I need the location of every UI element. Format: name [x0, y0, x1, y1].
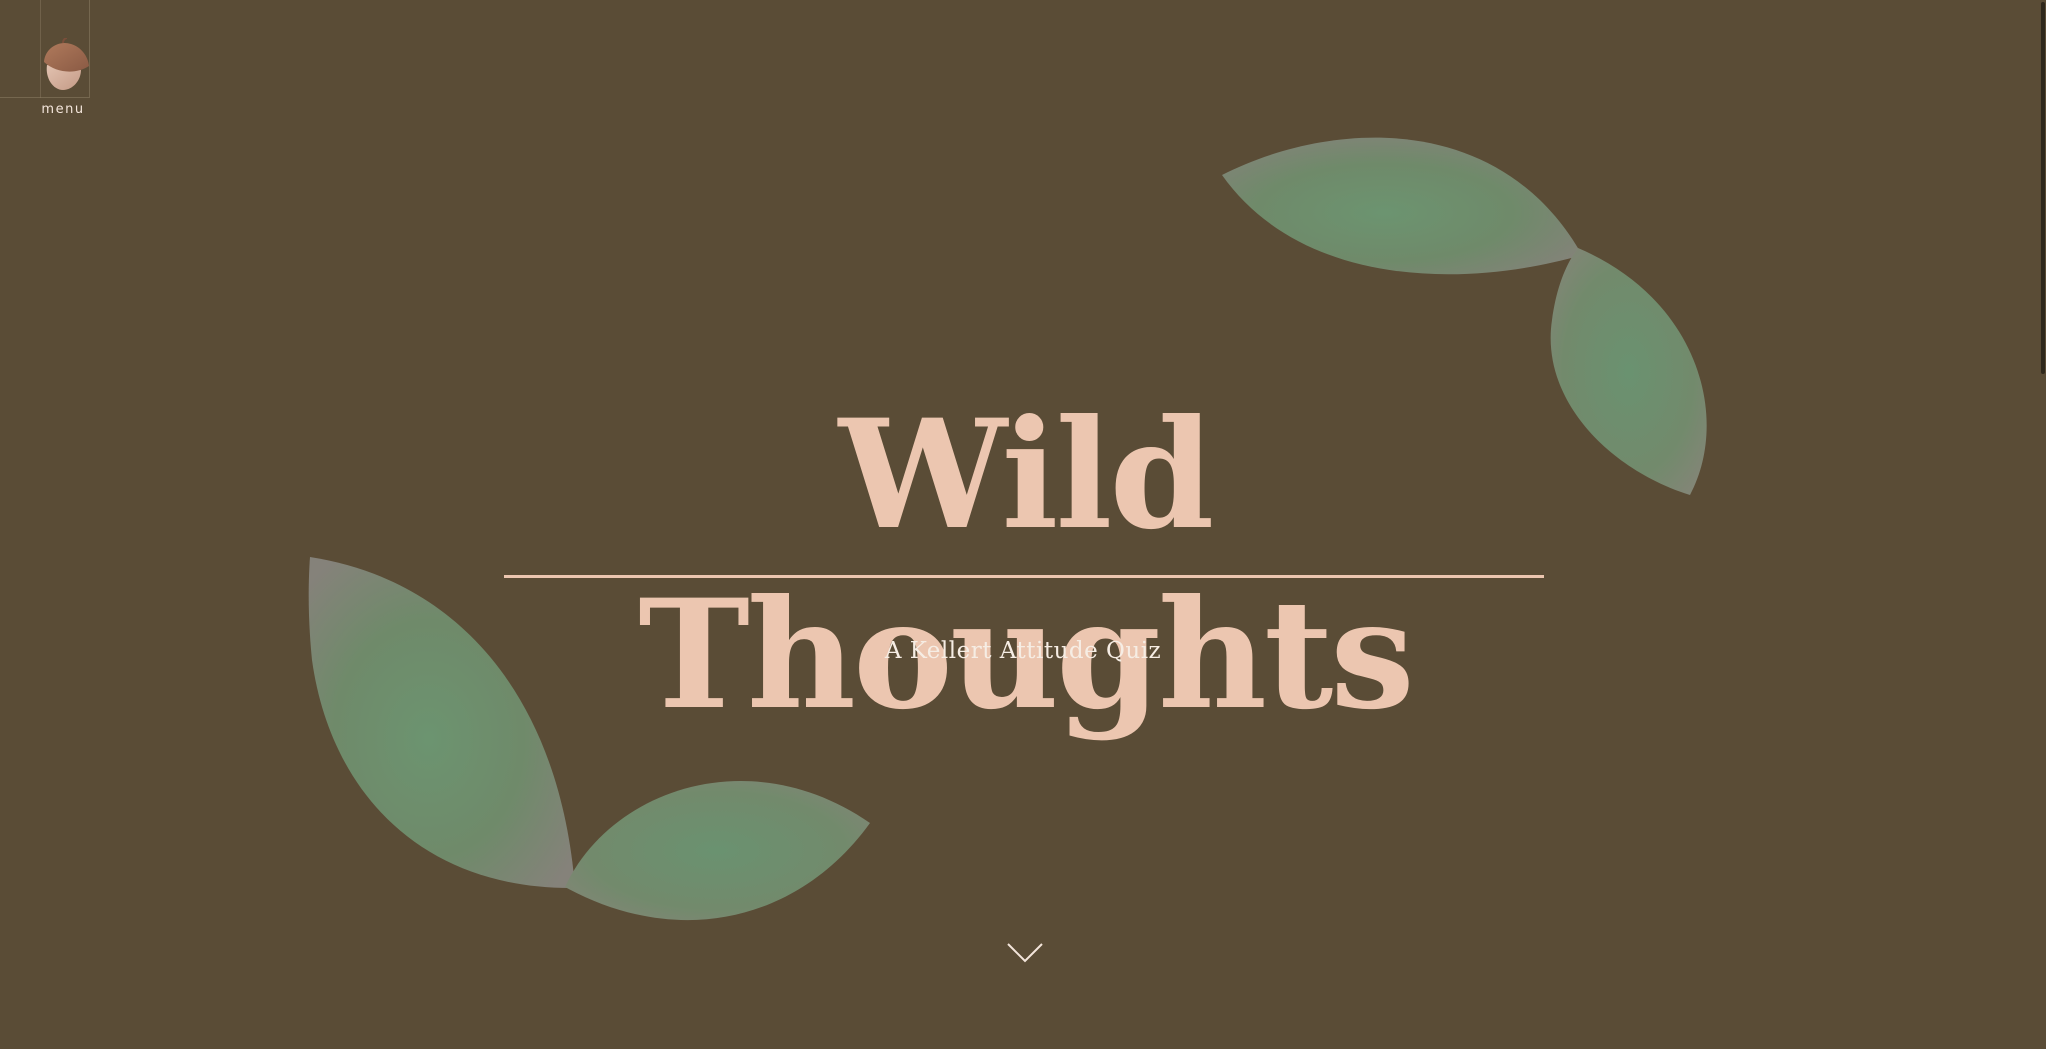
acorn-icon	[44, 38, 89, 90]
leaf-top-right-1	[1222, 137, 1582, 275]
scrollbar[interactable]	[2040, 0, 2046, 1049]
leaf-top-right-2	[1550, 248, 1707, 495]
leaf-bottom-left-2	[565, 781, 870, 921]
menu-button[interactable]	[0, 0, 90, 98]
title-divider	[504, 575, 1544, 578]
page-subtitle: A Kellert Attitude Quiz	[884, 638, 1162, 664]
menu-label[interactable]: menu	[0, 102, 126, 117]
chevron-down-icon[interactable]	[1006, 940, 1044, 966]
scrollbar-thumb[interactable]	[2041, 2, 2045, 374]
page-title: Wild Thoughts	[638, 387, 1414, 743]
